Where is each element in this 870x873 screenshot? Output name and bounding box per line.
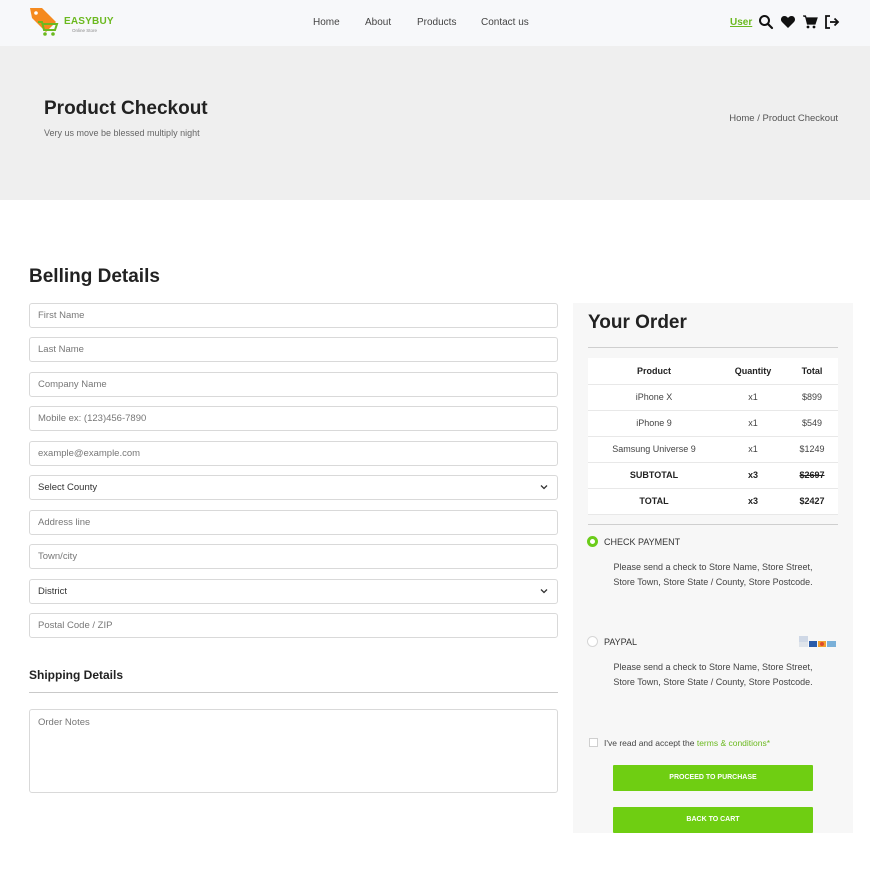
product-qty: x1 (720, 410, 786, 437)
breadcrumb-current: Product Checkout (762, 113, 838, 124)
table-row: iPhone 9 x1 $549 (588, 410, 838, 437)
product-total: $899 (786, 384, 838, 411)
page-subtitle: Very us move be blessed multiply night (44, 128, 200, 138)
product-qty: x1 (720, 384, 786, 411)
email-input[interactable]: example@example.com (29, 441, 558, 466)
nav-home[interactable]: Home (313, 17, 340, 28)
price-tag-cart-icon (30, 8, 59, 36)
address-placeholder: Address line (38, 517, 91, 528)
last-name-placeholder: Last Name (38, 344, 84, 355)
last-name-input[interactable]: Last Name (29, 337, 558, 362)
total-qty: x3 (720, 488, 786, 515)
postal-code-input[interactable]: Postal Code / ZIP (29, 613, 558, 638)
back-to-cart-button[interactable]: BACK TO CART (613, 807, 813, 833)
email-placeholder: example@example.com (38, 448, 141, 459)
mobile-input[interactable]: Mobile ex: (123)456-7890 (29, 406, 558, 431)
product-total: $1249 (786, 436, 838, 463)
company-name-placeholder: Company Name (38, 379, 107, 390)
subtotal-row: SUBTOTAL x3 $2697 (588, 462, 838, 489)
billing-title: Belling Details (29, 266, 160, 287)
page-title: Product Checkout (44, 98, 208, 119)
paypal-radio[interactable] (587, 636, 598, 647)
brand-tagline: Online Store (72, 28, 98, 33)
total-amount: $2427 (786, 488, 838, 515)
company-name-input[interactable]: Company Name (29, 372, 558, 397)
top-navbar: EASYBUY Online Store Home About Products… (0, 0, 870, 46)
payment-divider (588, 524, 838, 525)
product-total: $549 (786, 410, 838, 437)
order-title: Your Order (588, 312, 687, 333)
cart-icon[interactable] (802, 14, 818, 30)
check-payment-label: CHECK PAYMENT (604, 537, 681, 547)
chevron-down-icon (540, 589, 548, 594)
first-name-input[interactable]: First Name (29, 303, 558, 328)
order-notes-placeholder: Order Notes (38, 717, 90, 728)
address-input[interactable]: Address line (29, 510, 558, 535)
breadcrumb-home[interactable]: Home (729, 113, 754, 124)
total-label: TOTAL (588, 488, 720, 515)
page-banner: Product Checkout Very us move be blessed… (0, 46, 870, 200)
postal-code-placeholder: Postal Code / ZIP (38, 620, 113, 631)
product-name: iPhone X (588, 384, 720, 411)
table-row: Samsung Universe 9 x1 $1249 (588, 436, 838, 463)
terms-text: I've read and accept the terms & conditi… (604, 738, 770, 748)
user-link[interactable]: User (730, 17, 752, 28)
order-summary-panel: Your Order Product Quantity Total iPhone… (573, 303, 853, 833)
paypal-label: PAYPAL (604, 637, 638, 647)
order-table: Product Quantity Total iPhone X x1 $899 … (588, 358, 838, 515)
order-notes-textarea[interactable]: Order Notes (29, 709, 558, 793)
total-row: TOTAL x3 $2427 (588, 488, 838, 515)
mobile-placeholder: Mobile ex: (123)456-7890 (38, 413, 147, 424)
terms-checkbox[interactable] (589, 738, 598, 747)
town-placeholder: Town/city (38, 551, 78, 562)
table-header-row: Product Quantity Total (588, 358, 838, 385)
col-total: Total (786, 358, 838, 385)
table-row: iPhone X x1 $899 (588, 384, 838, 411)
col-quantity: Quantity (720, 358, 786, 385)
terms-prefix: I've read and accept the (604, 738, 697, 748)
product-name: iPhone 9 (588, 410, 720, 437)
first-name-placeholder: First Name (38, 310, 85, 321)
subtotal-amount: $2697 (786, 462, 838, 489)
check-payment-description: Please send a check to Store Name, Store… (613, 562, 813, 587)
nav-about[interactable]: About (365, 17, 391, 28)
col-product: Product (588, 358, 720, 385)
county-select-value: Select County (38, 482, 98, 493)
subtotal-qty: x3 (720, 462, 786, 489)
product-qty: x1 (720, 436, 786, 463)
district-select[interactable]: District (29, 579, 558, 604)
brand-logo[interactable]: EASYBUY Online Store (28, 6, 118, 40)
breadcrumb: Home / Product Checkout (729, 113, 838, 124)
town-input[interactable]: Town/city (29, 544, 558, 569)
shipping-title: Shipping Details (29, 668, 124, 682)
terms-link[interactable]: terms & conditions* (697, 738, 770, 748)
chevron-down-icon (540, 485, 548, 490)
paypal-description: Please send a check to Store Name, Store… (613, 662, 813, 687)
order-divider (588, 347, 838, 348)
nav-contact[interactable]: Contact us (481, 17, 529, 28)
payment-cards-icon (799, 636, 836, 647)
product-name: Samsung Universe 9 (588, 436, 720, 463)
heart-icon[interactable] (780, 14, 796, 30)
proceed-to-purchase-button[interactable]: PROCEED TO PURCHASE (613, 765, 813, 791)
search-icon[interactable] (758, 14, 774, 30)
nav-products[interactable]: Products (417, 17, 456, 28)
subtotal-label: SUBTOTAL (588, 462, 720, 489)
district-select-value: District (38, 586, 68, 597)
shipping-divider (29, 692, 558, 693)
brand-name: EASYBUY (64, 16, 114, 27)
county-select[interactable]: Select County (29, 475, 558, 500)
check-payment-radio[interactable] (587, 536, 598, 547)
logout-icon[interactable] (824, 14, 840, 30)
